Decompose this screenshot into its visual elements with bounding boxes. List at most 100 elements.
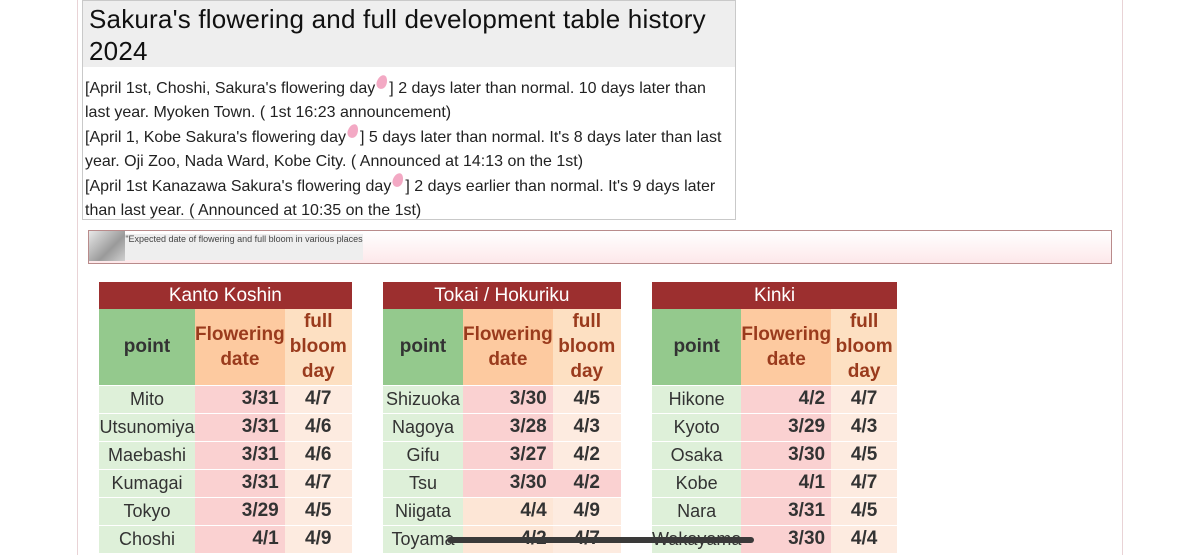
table-row: Nagoya 3/28 4/3 xyxy=(383,412,621,441)
news-box: Sakura's flowering and full development … xyxy=(82,0,736,220)
region-header: Kanto Koshin xyxy=(99,282,352,309)
point-cell: Shizuoka xyxy=(383,384,463,413)
bloom-cell: 4/2 xyxy=(552,468,621,497)
point-cell: Utsunomiya xyxy=(99,412,195,441)
column-header-flowering: Flowering date xyxy=(463,309,553,385)
flowering-cell: 3/30 xyxy=(463,468,553,497)
flowering-cell: 3/29 xyxy=(195,496,285,525)
point-cell: Kobe xyxy=(652,468,742,497)
forecast-banner[interactable]: "Expected date of flowering and full blo… xyxy=(88,230,1112,264)
flowering-cell: 3/28 xyxy=(463,412,553,441)
banner-caption: "Expected date of flowering and full blo… xyxy=(125,234,363,260)
table-row: Kumagai 3/31 4/7 xyxy=(99,468,352,497)
point-cell: Kumagai xyxy=(99,468,195,497)
table-row: Osaka 3/30 4/5 xyxy=(652,440,898,469)
flowering-cell: 3/31 xyxy=(195,384,285,413)
flowering-cell: 4/1 xyxy=(195,524,285,553)
flowering-cell: 3/30 xyxy=(741,524,832,553)
news-text-start: [April 1, Kobe Sakura's flowering day xyxy=(85,129,346,146)
table-row: Choshi 4/1 4/9 xyxy=(99,524,352,553)
region-table-tokai: Tokai / Hokuriku point Flowering date fu… xyxy=(383,282,621,553)
column-header-bloom: full bloom day xyxy=(552,309,621,385)
table-row: Nara 3/31 4/5 xyxy=(652,496,898,525)
point-cell: Hikone xyxy=(652,384,742,413)
flowering-cell: 3/30 xyxy=(463,384,553,413)
bloom-cell: 4/7 xyxy=(284,468,352,497)
table-row: Kyoto 3/29 4/3 xyxy=(652,412,898,441)
sakura-petal-icon xyxy=(375,73,390,91)
point-cell: Osaka xyxy=(652,440,742,469)
sakura-petal-icon xyxy=(391,171,406,189)
page-border-left xyxy=(77,0,78,555)
table-row: Tsu 3/30 4/2 xyxy=(383,468,621,497)
point-cell: Gifu xyxy=(383,440,463,469)
table-row: Niigata 4/4 4/9 xyxy=(383,496,621,525)
table-row: Hikone 4/2 4/7 xyxy=(652,384,898,413)
bloom-cell: 4/9 xyxy=(284,524,352,553)
title-bar: Sakura's flowering and full development … xyxy=(83,1,735,67)
point-cell: Tokyo xyxy=(99,496,195,525)
bloom-cell: 4/6 xyxy=(284,412,352,441)
bloom-cell: 4/7 xyxy=(831,384,898,413)
point-cell: Mito xyxy=(99,384,195,413)
news-text-start: [April 1st Kanazawa Sakura's flowering d… xyxy=(85,178,392,195)
bloom-cell: 4/3 xyxy=(552,412,621,441)
table-row: Tokyo 3/29 4/5 xyxy=(99,496,352,525)
region-table-kanto: Kanto Koshin point Flowering date full b… xyxy=(99,282,352,553)
bloom-cell: 4/7 xyxy=(831,468,898,497)
point-cell: Choshi xyxy=(99,524,195,553)
region-header: Kinki xyxy=(652,282,898,309)
table-row: Utsunomiya 3/31 4/6 xyxy=(99,412,352,441)
flowering-cell: 3/30 xyxy=(741,440,832,469)
bloom-cell: 4/3 xyxy=(831,412,898,441)
flowering-cell: 3/27 xyxy=(463,440,553,469)
flowering-cell: 3/31 xyxy=(195,468,285,497)
flowering-cell: 3/31 xyxy=(195,412,285,441)
bloom-cell: 4/9 xyxy=(552,496,621,525)
bloom-cell: 4/4 xyxy=(831,524,898,553)
column-header-bloom: full bloom day xyxy=(831,309,898,385)
column-header-point: point xyxy=(99,309,195,385)
point-cell: Nagoya xyxy=(383,412,463,441)
flowering-cell: 3/29 xyxy=(741,412,832,441)
flowering-cell: 4/1 xyxy=(741,468,832,497)
bloom-cell: 4/5 xyxy=(831,496,898,525)
banner-thumbnail-image xyxy=(89,231,125,261)
bloom-cell: 4/5 xyxy=(831,440,898,469)
sakura-petal-icon xyxy=(345,122,361,140)
news-text-start: [April 1st, Choshi, Sakura's flowering d… xyxy=(85,80,376,97)
flowering-cell: 3/31 xyxy=(741,496,832,525)
page-title: Sakura's flowering and full development … xyxy=(89,4,706,66)
table-row: Gifu 3/27 4/2 xyxy=(383,440,621,469)
region-header: Tokai / Hokuriku xyxy=(383,282,621,309)
flowering-cell: 3/31 xyxy=(195,440,285,469)
bloom-cell: 4/5 xyxy=(552,384,621,413)
bloom-cell: 4/6 xyxy=(284,440,352,469)
bloom-cell: 4/7 xyxy=(284,384,352,413)
table-row: Mito 3/31 4/7 xyxy=(99,384,352,413)
point-cell: Nara xyxy=(652,496,742,525)
news-list: [April 1st, Choshi, Sakura's flowering d… xyxy=(83,67,735,222)
column-header-flowering: Flowering date xyxy=(741,309,832,385)
column-header-bloom: full bloom day xyxy=(284,309,352,385)
region-table-kinki: Kinki point Flowering date full bloom da… xyxy=(652,282,898,553)
point-cell: Niigata xyxy=(383,496,463,525)
column-header-point: point xyxy=(652,309,742,385)
table-row: Kobe 4/1 4/7 xyxy=(652,468,898,497)
bloom-cell: 4/2 xyxy=(552,440,621,469)
flowering-cell: 4/4 xyxy=(463,496,553,525)
table-row: Shizuoka 3/30 4/5 xyxy=(383,384,621,413)
point-cell: Kyoto xyxy=(652,412,742,441)
page-border-right xyxy=(1122,0,1123,555)
flowering-cell: 4/2 xyxy=(741,384,832,413)
point-cell: Maebashi xyxy=(99,440,195,469)
bloom-cell: 4/5 xyxy=(284,496,352,525)
table-row: Maebashi 3/31 4/6 xyxy=(99,440,352,469)
point-cell: Tsu xyxy=(383,468,463,497)
news-item: [April 1, Kobe Sakura's flowering day] 5… xyxy=(85,122,733,173)
column-header-point: point xyxy=(383,309,463,385)
news-item: [April 1st, Choshi, Sakura's flowering d… xyxy=(85,73,733,124)
column-header-flowering: Flowering date xyxy=(195,309,285,385)
horizontal-scrollbar[interactable] xyxy=(447,537,754,543)
news-item: [April 1st Kanazawa Sakura's flowering d… xyxy=(85,171,733,222)
